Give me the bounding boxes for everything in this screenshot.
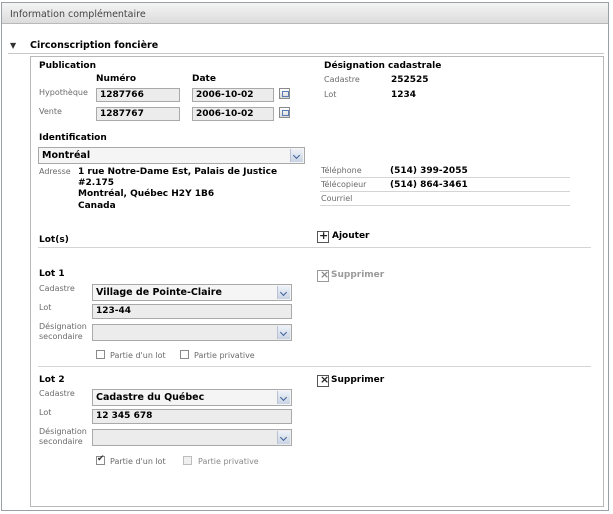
- lot-1-designation-select[interactable]: [92, 324, 292, 341]
- divider: [320, 205, 570, 206]
- vente-label: Vente: [39, 107, 62, 116]
- lot-2-partie-privative-checkbox[interactable]: [183, 456, 192, 465]
- calendar-icon[interactable]: [279, 88, 290, 99]
- add-lot-button[interactable]: Ajouter: [332, 231, 370, 241]
- lot-1-desig-label-1: Désignation: [39, 322, 87, 331]
- lot-1-cadastre-select[interactable]: Village de Pointe-Claire: [92, 284, 292, 301]
- date-column-header: Date: [192, 74, 216, 84]
- lot-2-lot-field[interactable]: 12 345 678: [92, 409, 292, 424]
- lot-1-desig-label-2: secondaire: [39, 332, 83, 341]
- adresse-line-3: Montréal, Québec H2Y 1B6: [78, 189, 215, 199]
- lots-heading: Lot(s): [39, 235, 69, 245]
- divider: [320, 191, 570, 192]
- vente-numero-field[interactable]: 1287767: [96, 107, 180, 121]
- add-icon[interactable]: [317, 229, 329, 243]
- lot-2-delete-button[interactable]: Supprimer: [331, 375, 384, 385]
- panel-title: Information complémentaire: [10, 9, 146, 20]
- lot-1-title: Lot 1: [39, 269, 65, 279]
- lot-2-partie-lot-checkbox[interactable]: [96, 454, 105, 465]
- identification-select[interactable]: Montréal: [38, 147, 305, 164]
- delete-icon[interactable]: [317, 268, 329, 282]
- hypotheque-numero-field[interactable]: 1287766: [96, 88, 180, 102]
- lot-1-lot-label: Lot: [39, 303, 52, 312]
- divider: [38, 366, 591, 367]
- lot-1-delete-button[interactable]: Supprimer: [331, 270, 384, 280]
- chevron-down-icon: [290, 149, 303, 162]
- adresse-line-1: 1 rue Notre-Dame Est, Palais de Justice: [78, 167, 278, 177]
- lot-2-designation-select[interactable]: [92, 429, 292, 446]
- lot-2-partie-privative-label: Partie privative: [198, 457, 259, 466]
- identification-selected-value: Montréal: [42, 150, 91, 161]
- numero-column-header: Numéro: [96, 74, 137, 84]
- lot-1-cadastre-value: Village de Pointe-Claire: [96, 287, 222, 298]
- calendar-icon[interactable]: [279, 107, 290, 118]
- telecopieur-label: Télécopieur: [321, 180, 367, 189]
- telecopieur-value: (514) 864-3461: [390, 180, 468, 190]
- courriel-label: Courriel: [321, 194, 353, 203]
- divider: [38, 247, 591, 248]
- hypotheque-date-field[interactable]: 2006-10-02: [192, 88, 274, 102]
- section-divider: [8, 53, 604, 54]
- lot-2-partie-lot-label: Partie d'un lot: [110, 457, 166, 466]
- vente-date-field[interactable]: 2006-10-02: [192, 107, 274, 121]
- lot-1-partie-privative-label: Partie privative: [194, 351, 255, 360]
- chevron-down-icon: [277, 431, 290, 444]
- divider: [320, 177, 570, 178]
- designation-cadastre-label: Cadastre: [324, 75, 360, 84]
- collapse-triangle-icon[interactable]: ▼: [10, 41, 16, 50]
- delete-icon[interactable]: [317, 373, 329, 387]
- adresse-line-2: #2.175: [78, 178, 115, 188]
- adresse-line-4: Canada: [78, 201, 116, 211]
- lot-1-partie-lot-label: Partie d'un lot: [110, 351, 166, 360]
- lot-1-cadastre-label: Cadastre: [39, 284, 75, 293]
- hypotheque-label: Hypothèque: [39, 88, 88, 97]
- chevron-down-icon: [277, 286, 290, 299]
- telephone-value: (514) 399-2055: [390, 166, 468, 176]
- lot-2-desig-label-1: Désignation: [39, 427, 87, 436]
- lot-1-partie-lot-checkbox[interactable]: [96, 350, 105, 359]
- publication-heading: Publication: [39, 61, 97, 71]
- lot-2-cadastre-value: Cadastre du Québec: [96, 392, 205, 403]
- section-title[interactable]: Circonscription foncière: [30, 40, 158, 51]
- chevron-down-icon: [277, 326, 290, 339]
- designation-heading: Désignation cadastrale: [324, 61, 442, 71]
- designation-cadastre-value: 252525: [391, 75, 429, 85]
- lot-2-lot-label: Lot: [39, 408, 52, 417]
- lot-2-title: Lot 2: [39, 375, 65, 385]
- lot-2-desig-label-2: secondaire: [39, 437, 83, 446]
- telephone-label: Téléphone: [321, 166, 362, 175]
- lot-1-partie-privative-checkbox[interactable]: [180, 350, 189, 359]
- designation-lot-label: Lot: [324, 90, 337, 99]
- lot-1-lot-field[interactable]: 123-44: [92, 304, 292, 319]
- chevron-down-icon: [277, 391, 290, 404]
- designation-lot-value: 1234: [391, 90, 417, 100]
- identification-heading: Identification: [39, 133, 107, 143]
- adresse-label: Adresse: [39, 167, 71, 176]
- lot-2-cadastre-label: Cadastre: [39, 389, 75, 398]
- lot-2-cadastre-select[interactable]: Cadastre du Québec: [92, 389, 292, 406]
